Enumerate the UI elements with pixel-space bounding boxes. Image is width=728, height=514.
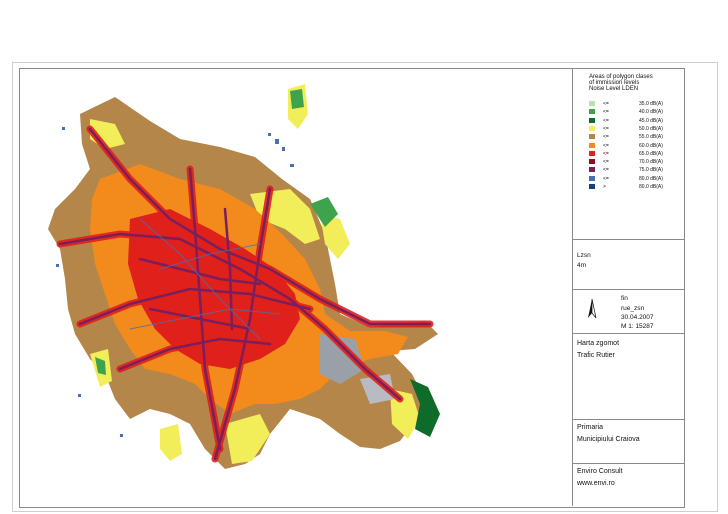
legend-class-row: <= 75.0 dB(A) [589,167,681,174]
legend-swatch [589,101,595,106]
author-box: Enviro Consult www.envi.ro [573,464,684,506]
legend-title-line: Noise Level LDEN [589,86,639,92]
map-subtitle: Trafic Rutier [577,352,615,359]
legend-class-row: <= 60.0 dB(A) [589,142,681,150]
legend-value: 45.0 dB(A) [639,117,663,124]
legend-value: 60.0 dB(A) [639,142,663,149]
map-info-panel: Areas of polygon clases of immission lev… [572,68,684,506]
legend-class-row: <= 70.0 dB(A) [589,159,681,166]
legend-class-row: <= 45.0 dB(A) [589,117,681,125]
legend-value: 50.0 dB(A) [639,125,663,132]
legend-value: 70.0 dB(A) [639,159,663,166]
legend-operator: <= [603,142,609,149]
legend-box: Areas of polygon clases of immission lev… [573,68,684,240]
legend-swatch [589,184,595,189]
zone-40db-north [290,89,304,109]
file-info-box: fin rue_zsn 30.04.2007 M 1: 15287 [573,290,684,334]
map-title-box: Harta zgomot Trafic Rutier [573,334,684,420]
author-name: Enviro Consult [577,468,623,475]
legend-swatch [589,142,595,148]
legend-class-row: >80.0 dB(A) [589,184,681,191]
map-scale: M 1: 15287 [621,323,654,330]
north-arrow-icon [588,298,597,319]
legend-swatch [589,175,595,181]
legend-operator: <= [603,125,609,132]
legend-swatch [589,117,595,123]
scenario-name: rue_zsn [621,305,645,312]
grid-height: 4m [577,262,587,269]
legend-value: 75.0 dB(A) [639,167,663,174]
legend-operator: <= [603,175,609,182]
legend-operator: <= [603,117,609,124]
legend-operator: <= [603,134,609,141]
client-box: Primaria Municipiului Craiova [573,420,684,464]
legend-swatch [589,109,595,115]
legend-class-row: <= 55.0 dB(A) [589,134,681,141]
map-title: Harta zgomot [577,340,620,347]
legend-operator: > [603,184,606,190]
legend-value: 40.0 dB(A) [639,109,663,116]
file-name: fin [621,295,628,302]
legend-operator: <= [603,167,609,174]
legend-value: 35.0 dB(A) [639,101,663,107]
legend-operator: <= [603,109,609,116]
legend-swatch [589,150,595,156]
legend-value: 65.0 dB(A) [639,150,663,157]
legend-swatch [589,167,595,173]
legend-operator: <= [603,150,609,157]
legend-value: 80.0 dB(A) [639,184,663,190]
legend-class-row: <= 40.0 dB(A) [589,109,681,116]
zone-50db-south-spur [160,424,182,461]
legend-swatch [589,159,595,165]
author-website: www.envi.ro [577,480,615,487]
legend-class-row: <= 50.0 dB(A) [589,125,681,133]
legend-operator: <= [603,159,609,166]
legend-swatch [589,134,595,140]
grid-name: Lzsn [577,252,591,259]
legend-class-row: <= 65.0 dB(A) [589,150,681,158]
legend-value: 80.0 dB(A) [639,175,663,182]
legend-value: 55.0 dB(A) [639,134,663,141]
legend-title: Areas of polygon clases of immission lev… [589,74,681,92]
client-name: Primaria [577,424,604,431]
map-date: 30.04.2007 [621,314,654,321]
legend-operator: <= [603,101,609,107]
legend-swatch [589,125,595,131]
legend-class-row: <= 80.0 dB(A) [589,175,681,183]
grid-info-box: Lzsn 4m [573,240,684,290]
noise-map [48,84,440,469]
legend-class-row: <= 35.0 dB(A) [589,101,681,108]
client-municipality: Municipiului Craiova [577,436,640,443]
